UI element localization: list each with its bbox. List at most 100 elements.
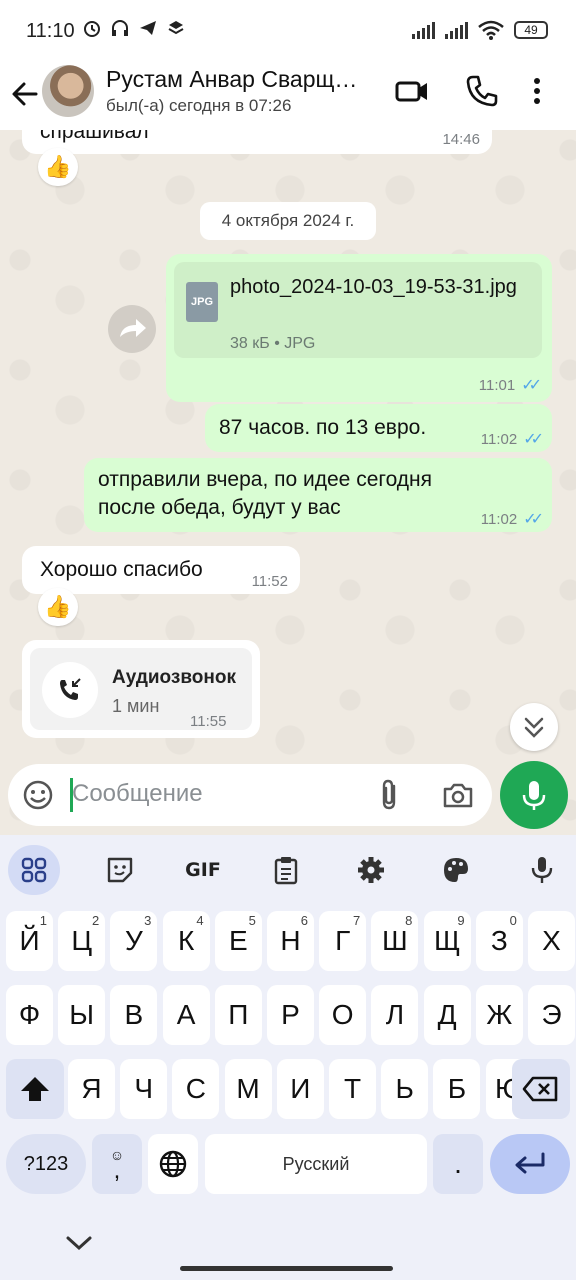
more-menu-icon[interactable] (527, 74, 547, 108)
key-щ[interactable]: Щ9 (423, 911, 471, 971)
key-label: У (124, 925, 143, 956)
message-bubble-incoming[interactable]: спрашивал 14:46 (22, 130, 492, 154)
chat-area[interactable]: спрашивал 14:46 👍 4 октября 2024 г. JPG … (0, 130, 576, 835)
key-label: Я (81, 1073, 102, 1104)
message-input[interactable]: Сообщение (72, 780, 203, 808)
voice-input-icon[interactable] (516, 845, 568, 895)
key-label: И (290, 1073, 311, 1104)
key-ч[interactable]: Ч (120, 1059, 168, 1119)
forward-button[interactable] (108, 305, 156, 353)
key-д[interactable]: Д (423, 985, 471, 1045)
key-с[interactable]: С (172, 1059, 220, 1119)
symbols-key[interactable]: ?123 (6, 1134, 86, 1194)
key-л[interactable]: Л (371, 985, 419, 1045)
key-ш[interactable]: Ш8 (371, 911, 419, 971)
key-hint: 7 (352, 913, 361, 928)
sticker-icon[interactable] (94, 845, 146, 895)
message-text: Хорошо спасибо (40, 558, 203, 581)
period-key[interactable]: . (433, 1134, 483, 1194)
keyboard-toolbar: GIF (0, 841, 576, 897)
scroll-to-bottom-button[interactable] (510, 703, 558, 751)
audio-call-card[interactable]: Аудиозвонок 1 мин 11:55 (30, 648, 252, 730)
call-title: Аудиозвонок (112, 667, 236, 688)
key-у[interactable]: У3 (110, 911, 158, 971)
emoji-comma-key[interactable]: ☺ , (92, 1134, 142, 1194)
signal-icon (412, 21, 435, 39)
key-label: Ф (18, 999, 41, 1030)
read-ticks-icon: ✓✓ (523, 511, 544, 528)
file-attachment[interactable]: JPG photo_2024-10-03_19-53-31.jpg 38 кБ … (174, 262, 542, 358)
enter-key[interactable] (490, 1134, 570, 1194)
message-composer[interactable]: Сообщение (8, 764, 492, 826)
backspace-key[interactable] (512, 1059, 570, 1119)
message-text: 87 часов. по 13 евро. (219, 416, 427, 439)
palette-icon[interactable] (430, 845, 482, 895)
key-м[interactable]: М (224, 1059, 272, 1119)
key-о[interactable]: О (319, 985, 367, 1045)
key-ф[interactable]: Ф (6, 985, 53, 1045)
key-hint: 3 (144, 913, 152, 928)
key-ж[interactable]: Ж (475, 985, 523, 1045)
voice-message-button[interactable] (500, 761, 568, 829)
message-bubble-file[interactable]: JPG photo_2024-10-03_19-53-31.jpg 38 кБ … (166, 254, 552, 402)
key-й[interactable]: Й1 (6, 911, 53, 971)
key-и[interactable]: И (276, 1059, 324, 1119)
contact-last-seen[interactable]: был(-а) сегодня в 07:26 (106, 96, 291, 116)
key-э[interactable]: Э (528, 985, 575, 1045)
key-label: Е (228, 925, 248, 956)
key-х[interactable]: Х (528, 911, 575, 971)
key-ь[interactable]: Ь (381, 1059, 429, 1119)
key-label: П (228, 999, 249, 1030)
emoji-icon[interactable] (22, 779, 54, 811)
key-е[interactable]: Е5 (214, 911, 262, 971)
key-р[interactable]: Р (267, 985, 314, 1045)
key-з[interactable]: З0 (475, 911, 523, 971)
camera-icon[interactable] (442, 780, 474, 810)
gif-button[interactable]: GIF (177, 845, 229, 895)
home-indicator[interactable] (180, 1266, 393, 1271)
message-time: 11:55 (190, 713, 227, 730)
key-в[interactable]: В (110, 985, 158, 1045)
message-time: 11:01 (478, 377, 516, 394)
clipboard-icon[interactable] (260, 845, 312, 895)
key-ц[interactable]: Ц2 (58, 911, 106, 971)
language-key[interactable] (148, 1134, 198, 1194)
attach-icon[interactable] (376, 778, 404, 812)
message-text: спрашивал (40, 130, 149, 143)
gear-icon[interactable] (345, 845, 397, 895)
key-hint: 5 (248, 913, 256, 928)
contact-name[interactable]: Рустам Анвар Сварщ… (106, 66, 381, 93)
video-call-icon[interactable] (395, 74, 429, 108)
key-label: Ж (486, 999, 513, 1030)
key-г[interactable]: Г7 (319, 911, 367, 971)
key-hint: 8 (405, 913, 413, 928)
hide-keyboard-chevron-icon[interactable] (62, 1228, 96, 1258)
file-meta: 38 кБ • JPG (230, 335, 316, 352)
signal-icon-2 (445, 21, 468, 39)
key-т[interactable]: Т (329, 1059, 376, 1119)
key-hint: 0 (509, 913, 517, 928)
reaction-thumbs-up[interactable]: 👍 (38, 148, 78, 186)
key-label: Ы (69, 999, 95, 1030)
shift-key[interactable] (6, 1059, 64, 1119)
back-arrow-icon[interactable] (10, 74, 40, 114)
key-п[interactable]: П (214, 985, 262, 1045)
reaction-thumbs-up[interactable]: 👍 (38, 588, 78, 626)
key-ы[interactable]: Ы (58, 985, 106, 1045)
message-bubble-outgoing[interactable]: 87 часов. по 13 евро. 11:02 ✓✓ (205, 404, 552, 452)
avatar[interactable] (42, 65, 94, 117)
key-к[interactable]: К4 (162, 911, 210, 971)
space-key[interactable]: Русский (205, 1134, 427, 1194)
apps-grid-icon[interactable] (8, 845, 60, 895)
key-а[interactable]: А (162, 985, 210, 1045)
message-bubble-outgoing[interactable]: отправили вчера, по идее сегодня после о… (84, 458, 552, 532)
key-б[interactable]: Б (433, 1059, 481, 1119)
shift-icon (21, 1077, 49, 1101)
message-bubble-incoming[interactable]: Хорошо спасибо 11:52 (22, 546, 300, 594)
key-я[interactable]: Я (68, 1059, 115, 1119)
key-label: Т (343, 1073, 362, 1104)
key-н[interactable]: Н6 (267, 911, 314, 971)
phone-call-icon[interactable] (465, 74, 499, 108)
double-chevron-down-icon (524, 717, 544, 738)
call-log-bubble[interactable]: Аудиозвонок 1 мин 11:55 (22, 640, 260, 738)
